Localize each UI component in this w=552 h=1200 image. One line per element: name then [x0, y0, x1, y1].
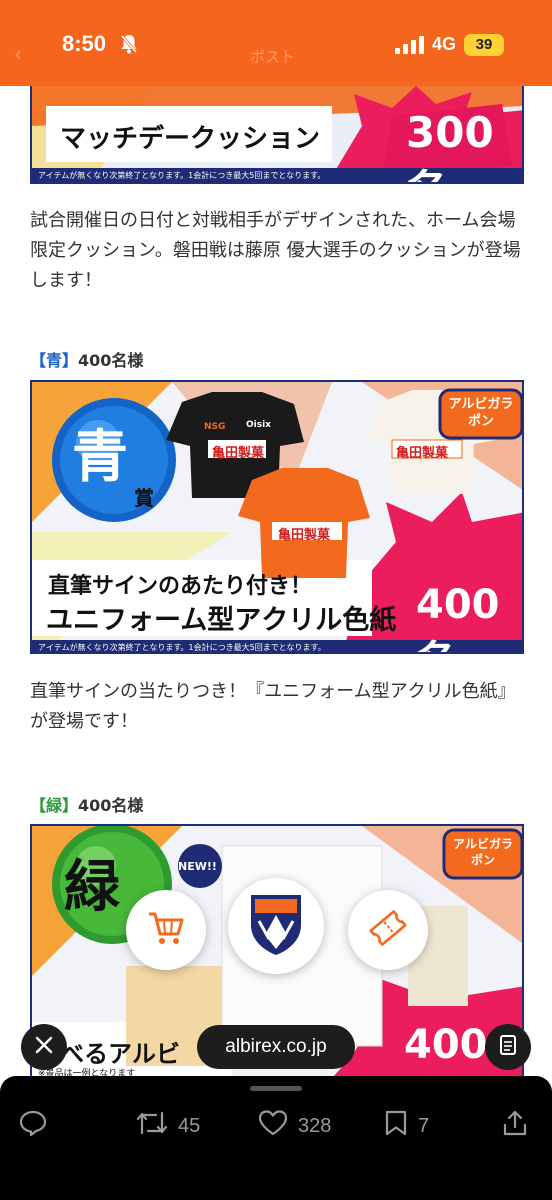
- close-icon: [35, 1036, 53, 1058]
- green-logo: アルビガラポン: [452, 837, 513, 867]
- tier-blue-count: 400名様: [78, 351, 144, 370]
- reply-button[interactable]: [18, 1106, 48, 1146]
- bell-muted-icon: [120, 34, 138, 58]
- reply-icon: [18, 1108, 48, 1144]
- bookmark-count: 7: [418, 1114, 430, 1137]
- header-title: ポスト: [250, 48, 296, 66]
- tier-blue-heading: 【青】400名様: [30, 347, 143, 371]
- retweet-icon: [136, 1109, 168, 1143]
- sponsor-kameda-black: 亀田製菓: [212, 446, 265, 461]
- like-count: 328: [298, 1114, 332, 1137]
- cushion-description: 試合開催日の日付と対戦相手がデザインされた、ホーム会場限定クッション。磐田戦は藤…: [30, 210, 521, 291]
- back-arrow-icon[interactable]: ‹: [14, 42, 22, 66]
- shop-button[interactable]: [126, 890, 206, 970]
- url-bar[interactable]: albirex.co.jp: [197, 1025, 355, 1069]
- close-button[interactable]: [21, 1024, 67, 1070]
- signal-icon: [395, 36, 425, 58]
- albirex-crest-icon: [247, 891, 305, 961]
- blue-footnote: アイテムが無くなり次第終了となります。1会計につき最大5回までとなります。: [38, 643, 326, 652]
- reader-mode-button[interactable]: [485, 1024, 531, 1070]
- sheet-grabber[interactable]: [250, 1086, 302, 1091]
- club-home-button[interactable]: [228, 878, 324, 974]
- blue-logo: アルビガラポン: [448, 397, 514, 429]
- blue-badge-sub: 賞: [134, 486, 154, 510]
- sponsor-kameda-white: 亀田製菓: [396, 446, 449, 461]
- heart-icon: [258, 1109, 288, 1143]
- retweet-count: 45: [178, 1114, 201, 1137]
- blue-count: 400名: [416, 582, 500, 652]
- blue-line2: ユニフォーム型アクリル色紙: [46, 605, 397, 636]
- status-bar: ‹ ポスト 8:50 4G 39: [0, 0, 552, 86]
- share-button[interactable]: [502, 1106, 528, 1146]
- clock: 8:50: [62, 31, 107, 56]
- post-action-bar: 45 328 7: [0, 1076, 552, 1200]
- ticket-icon: [367, 907, 409, 953]
- like-button[interactable]: 328: [258, 1106, 331, 1146]
- bookmark-icon: [384, 1109, 408, 1143]
- cushion-footnote: アイテムが無くなり次第終了となります。1会計につき最大5回までとなります。: [38, 171, 326, 180]
- sponsor-oisix: Oisix: [246, 420, 271, 430]
- network-type: 4G: [432, 34, 457, 54]
- blue-prize-banner[interactable]: 青 賞 アルビガラポン NSG Oisix 亀田製菓 亀田製菓 亀田製菓 直筆サ…: [30, 380, 524, 654]
- sponsor-kameda-orange: 亀田製菓: [278, 528, 331, 543]
- share-icon: [502, 1109, 528, 1143]
- blue-badge-char: 青: [72, 425, 128, 490]
- reader-icon: [499, 1034, 517, 1060]
- battery-indicator: 39: [464, 34, 504, 56]
- retweet-button[interactable]: 45: [136, 1106, 200, 1146]
- cushion-count: 300名: [406, 108, 494, 182]
- tier-green-count: 400名様: [78, 796, 144, 815]
- acrylic-description: 直筆サインの当たりつき！『ユニフォーム型アクリル色紙』が登場です！: [30, 681, 516, 732]
- bookmark-button[interactable]: 7: [384, 1106, 429, 1146]
- cart-icon: [146, 908, 186, 952]
- green-badge-char: 緑: [64, 855, 120, 920]
- new-badge: NEW!!: [178, 860, 217, 873]
- tier-green-label: 【緑】: [30, 796, 79, 815]
- cushion-title: マッチデークッション: [60, 124, 321, 154]
- cushion-banner[interactable]: マッチデークッション 300名 アイテムが無くなり次第終了となります。1会計につ…: [30, 86, 524, 184]
- blue-line1: 直筆サインのあたり付き！: [48, 574, 313, 599]
- tier-green-heading: 【緑】400名様: [30, 792, 143, 816]
- sponsor-nsg: NSG: [204, 422, 226, 432]
- tier-blue-label: 【青】: [30, 351, 79, 370]
- ticket-button[interactable]: [348, 890, 428, 970]
